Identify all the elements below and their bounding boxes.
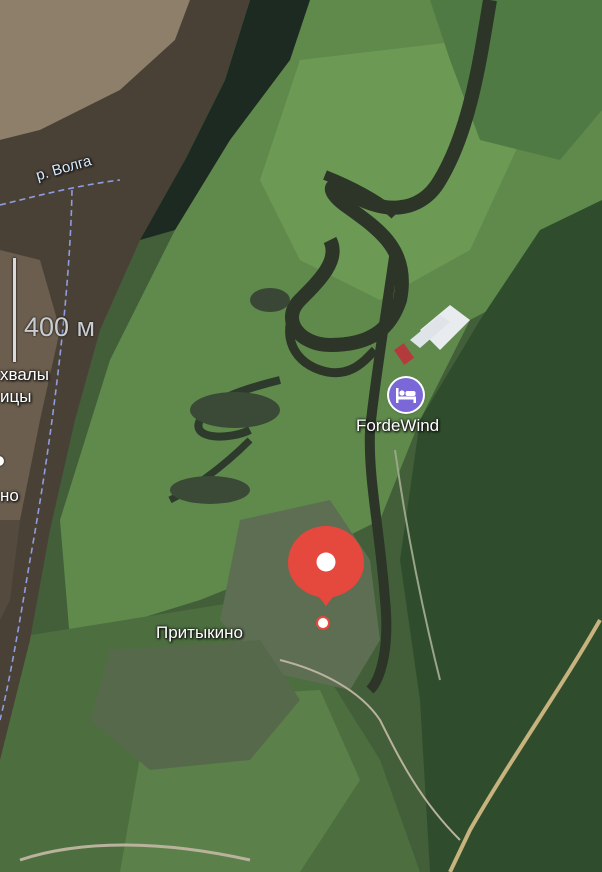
satellite-terrain — [0, 0, 602, 872]
partial-place-label-bottom: но — [0, 486, 19, 505]
location-pin-icon[interactable] — [285, 523, 367, 607]
poi-label[interactable]: FordeWind — [356, 416, 439, 436]
partial-place-label-top: хвалы ицы — [0, 365, 49, 406]
scale-bar — [13, 258, 16, 362]
bed-glyph-icon — [396, 388, 416, 403]
village-label[interactable]: Притыкино — [156, 623, 243, 643]
map-view[interactable]: р. Волга 400 м хвалы ицы но FordeWind Пр… — [0, 0, 602, 872]
pin-center-dot — [316, 552, 336, 572]
scale-text: 400 м — [24, 312, 96, 342]
selected-point-marker — [318, 618, 328, 628]
hotel-bed-icon[interactable] — [389, 378, 423, 412]
